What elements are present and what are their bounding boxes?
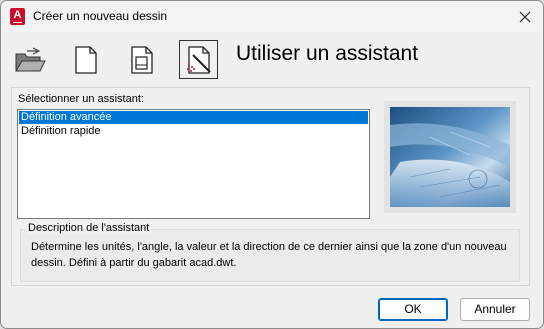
preview-image (384, 101, 516, 213)
description-legend: Description de l'assistant (26, 222, 152, 234)
cancel-button[interactable]: Annuler (460, 298, 530, 321)
close-button[interactable] (507, 1, 543, 32)
create-drawing-dialog: A Créer un nouveau dessin Utiliser un as… (0, 0, 544, 329)
wizard-icon (186, 45, 211, 74)
open-drawing-button[interactable] (10, 40, 49, 79)
ok-button[interactable]: OK (378, 298, 448, 321)
list-item-quick-setup[interactable]: Définition rapide (19, 125, 368, 138)
description-text: Détermine les unités, l'angle, la valeur… (31, 241, 507, 269)
close-icon (519, 11, 531, 22)
title-bar: A Créer un nouveau dessin (1, 1, 543, 32)
list-item-advanced-setup[interactable]: Définition avancée (19, 111, 368, 124)
window-title: Créer un nouveau dessin (33, 9, 168, 23)
app-icon-letter: A (13, 9, 22, 21)
start-from-scratch-button[interactable] (66, 40, 105, 79)
blank-page-icon (74, 45, 97, 74)
open-folder-icon (14, 46, 46, 71)
autocad-app-icon: A (10, 8, 25, 25)
use-wizard-button[interactable] (179, 40, 218, 79)
select-wizard-label: Sélectionner un assistant: (18, 93, 144, 105)
wizard-listbox[interactable]: Définition avancée Définition rapide (17, 109, 370, 219)
blueprint-preview-image (390, 107, 510, 207)
template-page-icon (130, 45, 153, 74)
page-heading: Utiliser un assistant (236, 42, 419, 65)
use-template-button[interactable] (122, 40, 161, 79)
